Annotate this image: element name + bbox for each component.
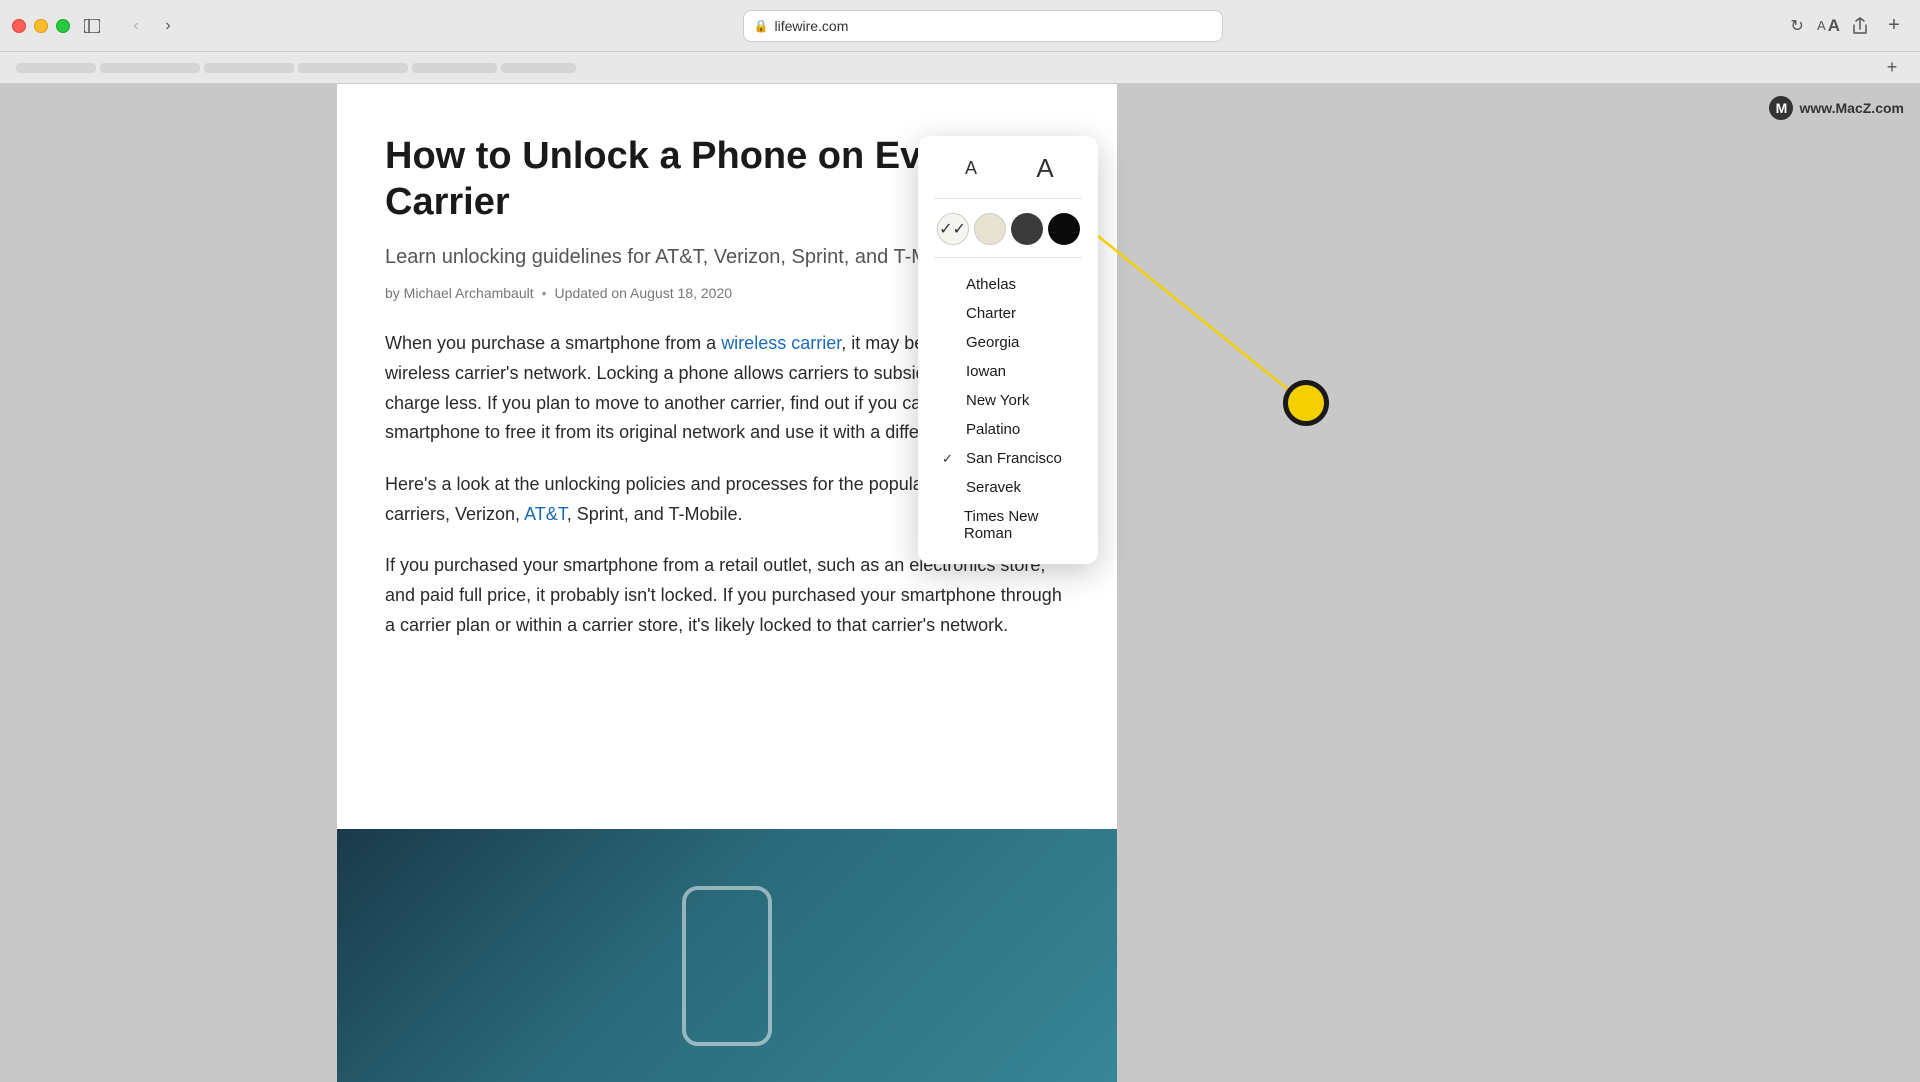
- font-label-charter: Charter: [966, 305, 1016, 322]
- reader-small-a: A: [1817, 18, 1826, 33]
- font-item-newyork[interactable]: New York: [934, 386, 1082, 415]
- meta-dot: •: [542, 285, 547, 301]
- font-item-charter[interactable]: Charter: [934, 299, 1082, 328]
- sidebar-toggle-button[interactable]: [78, 12, 106, 40]
- article-updated: Updated on August 18, 2020: [555, 285, 732, 301]
- reader-font-panel: A A ✓ Athelas: [918, 136, 1098, 564]
- font-item-iowan[interactable]: Iowan: [934, 357, 1082, 386]
- font-label-palatino: Palatino: [966, 421, 1020, 438]
- font-item-sanfrancisco[interactable]: ✓ San Francisco: [934, 444, 1082, 473]
- address-bar[interactable]: 🔒 lifewire.com: [743, 10, 1223, 42]
- bookmark-item-4[interactable]: [298, 63, 408, 73]
- font-item-georgia[interactable]: Georgia: [934, 328, 1082, 357]
- color-swatch-white[interactable]: ✓: [937, 213, 969, 245]
- font-label-timesnewroman: Times New Roman: [964, 508, 1074, 542]
- reader-view-button[interactable]: A A: [1817, 16, 1840, 36]
- color-swatch-gray[interactable]: [1011, 213, 1043, 245]
- font-label-seravek: Seravek: [966, 479, 1021, 496]
- font-item-palatino[interactable]: Palatino: [934, 415, 1082, 444]
- bookmark-item-5[interactable]: [412, 63, 497, 73]
- font-label-iowan: Iowan: [966, 363, 1006, 380]
- att-link[interactable]: AT&T: [524, 504, 567, 524]
- address-bar-wrapper: 🔒 lifewire.com: [190, 10, 1775, 42]
- toolbar-right: ↻ A A +: [1783, 12, 1908, 40]
- back-button[interactable]: ‹: [122, 12, 150, 40]
- article-author: by Michael Archambault: [385, 285, 534, 301]
- color-swatch-offwhite[interactable]: [974, 213, 1006, 245]
- font-item-timesnewroman[interactable]: Times New Roman: [934, 502, 1082, 548]
- increase-font-button[interactable]: A: [1027, 150, 1063, 186]
- article-image: [337, 829, 1117, 1082]
- bookmark-item-2[interactable]: [100, 63, 200, 73]
- font-size-row: A A: [934, 150, 1082, 199]
- add-bookmark-button[interactable]: +: [1880, 56, 1904, 80]
- mouse-cursor: [1283, 380, 1329, 426]
- traffic-lights: [12, 19, 70, 33]
- content-area: How to Unlock a Phone on Every U.S. Carr…: [0, 84, 1920, 1082]
- mac-logo: M: [1769, 96, 1793, 120]
- mac-watermark: M www.MacZ.com: [1769, 96, 1904, 120]
- font-item-athelas[interactable]: Athelas: [934, 270, 1082, 299]
- font-label-sanfrancisco: San Francisco: [966, 450, 1062, 467]
- bookmark-item-6[interactable]: [501, 63, 576, 73]
- font-label-athelas: Athelas: [966, 276, 1016, 293]
- bookmark-item-3[interactable]: [204, 63, 294, 73]
- lock-icon: 🔒: [754, 19, 769, 33]
- phone-image-outline: [682, 886, 772, 1046]
- font-list: Athelas Charter Georgia Iowan New York: [934, 270, 1082, 548]
- reader-large-a: A: [1828, 16, 1840, 36]
- color-swatch-black[interactable]: [1048, 213, 1080, 245]
- url-text: lifewire.com: [774, 18, 848, 34]
- minimize-button[interactable]: [34, 19, 48, 33]
- bookmark-item-1[interactable]: [16, 63, 96, 73]
- color-swatches-row: ✓: [934, 213, 1082, 258]
- forward-button[interactable]: ›: [154, 12, 182, 40]
- title-bar: ‹ › 🔒 lifewire.com ↻ A A +: [0, 0, 1920, 52]
- font-check-sanfrancisco: ✓: [942, 451, 958, 467]
- watermark-text: www.MacZ.com: [1799, 100, 1904, 116]
- share-button[interactable]: [1846, 12, 1874, 40]
- font-item-seravek[interactable]: Seravek: [934, 473, 1082, 502]
- small-a-label: A: [965, 158, 977, 179]
- decrease-font-button[interactable]: A: [953, 150, 989, 186]
- article-paragraph-3: If you purchased your smartphone from a …: [385, 551, 1069, 640]
- add-tab-button[interactable]: +: [1880, 12, 1908, 40]
- refresh-button[interactable]: ↻: [1783, 12, 1811, 40]
- large-a-label: A: [1036, 153, 1053, 184]
- maximize-button[interactable]: [56, 19, 70, 33]
- bookmarks-bar: +: [0, 52, 1920, 84]
- browser-window: ‹ › 🔒 lifewire.com ↻ A A +: [0, 0, 1920, 1082]
- font-label-newyork: New York: [966, 392, 1029, 409]
- close-button[interactable]: [12, 19, 26, 33]
- wireless-carrier-link[interactable]: wireless carrier: [721, 333, 841, 353]
- nav-buttons: ‹ ›: [122, 12, 182, 40]
- font-label-georgia: Georgia: [966, 334, 1019, 351]
